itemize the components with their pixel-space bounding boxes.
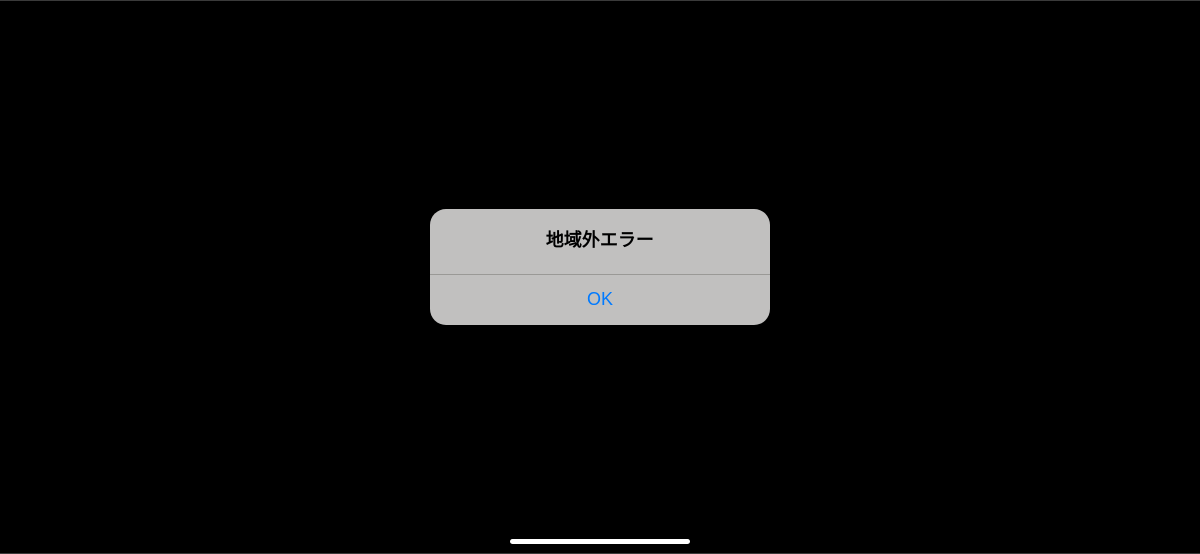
- alert-header: 地域外エラー: [430, 209, 770, 274]
- ok-button[interactable]: OK: [430, 275, 770, 325]
- alert-dialog: 地域外エラー OK: [430, 209, 770, 325]
- alert-title: 地域外エラー: [446, 229, 754, 252]
- home-indicator[interactable]: [510, 539, 690, 544]
